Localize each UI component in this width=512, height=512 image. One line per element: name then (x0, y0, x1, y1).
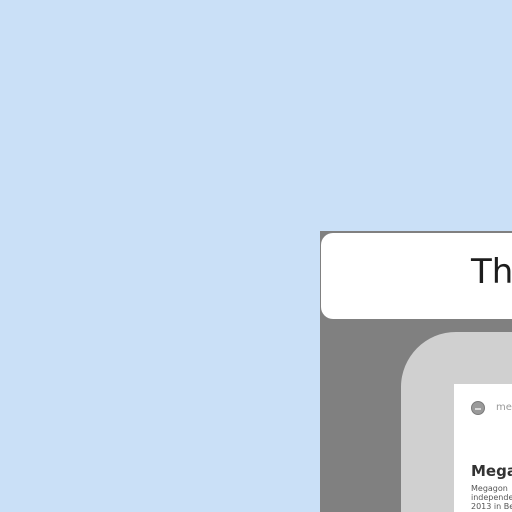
link-preview-card[interactable]: meg Megag Megagon independe 2013 in Be (454, 384, 512, 512)
modal-title: Th (471, 252, 512, 292)
modal-panel: Th meg Megag Megagon independe 2013 in B… (320, 231, 512, 512)
site-avatar-icon (471, 401, 485, 415)
description-line: independe (471, 493, 512, 502)
preview-frame: meg Megag Megagon independe 2013 in Be (401, 332, 512, 512)
site-name: meg (496, 402, 512, 413)
description-line: 2013 in Be (471, 502, 512, 511)
article-title: Megag (471, 462, 512, 480)
description-line: Megagon (471, 484, 508, 493)
modal-header: Th (321, 233, 512, 319)
article-description: Megagon independe 2013 in Be (471, 484, 512, 511)
